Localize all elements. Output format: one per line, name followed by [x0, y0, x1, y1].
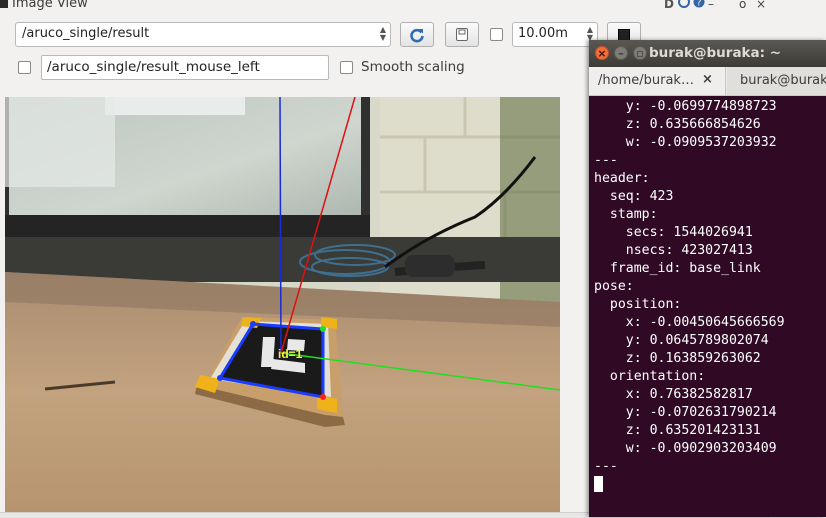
minimize-icon[interactable]: – [614, 46, 628, 60]
window-title: Image View [12, 0, 88, 11]
terminal-output[interactable]: y: -0.0699774898723 z: 0.635666854626 w:… [594, 98, 826, 517]
refresh-icon [410, 28, 424, 42]
updown-arrows-icon: ▲ ▼ [379, 25, 386, 42]
timeout-spinbox[interactable]: 10.00m ▲ ▼ [512, 22, 598, 47]
terminal-line: y: -0.0699774898723 [594, 99, 777, 114]
tab-close-icon[interactable]: × [702, 72, 713, 87]
maximize-icon[interactable]: ▫ [633, 46, 647, 60]
terminal-line: seq: 423 [594, 189, 674, 204]
window-icon [0, 0, 8, 8]
tab-label: /home/burak… [598, 73, 694, 88]
rqt-title-bar: Image View D ? – o × [0, 0, 770, 14]
terminal-line: --- [594, 459, 618, 474]
topic-combo-value: /aruco_single/result [22, 26, 150, 41]
terminal-line: position: [594, 297, 682, 312]
terminal-window: × – ▫ burak@buraka: ~ /home/burak… × bur… [589, 40, 826, 517]
minimize-button[interactable]: – [708, 0, 714, 11]
smooth-scaling-label: Smooth scaling [361, 59, 465, 75]
dock-icon[interactable]: D [664, 0, 674, 11]
save-icon [456, 28, 468, 41]
terminal-line: header: [594, 171, 650, 186]
terminal-title: burak@buraka: ~ [649, 45, 782, 61]
terminal-line: z: 0.635666854626 [594, 117, 761, 132]
tab-home[interactable]: /home/burak… × [589, 67, 726, 95]
terminal-line: y: 0.0645789802074 [594, 333, 769, 348]
topic-combo[interactable]: /aruco_single/result ▲ ▼ [15, 22, 391, 47]
terminal-line: x: -0.00450645666569 [594, 315, 785, 330]
terminal-line: z: 0.635201423131 [594, 423, 761, 438]
reload-icon[interactable] [678, 0, 690, 11]
terminal-line: x: 0.76382582817 [594, 387, 753, 402]
help-icon[interactable]: ? [693, 0, 705, 11]
tab-burak[interactable]: burak@burak [727, 67, 826, 95]
terminal-line: orientation: [594, 369, 706, 384]
terminal-line: --- [594, 153, 618, 168]
image-viewer[interactable]: id=1 [5, 97, 560, 512]
terminal-cursor [594, 476, 826, 495]
close-button[interactable]: × [756, 0, 766, 11]
terminal-line: stamp: [594, 207, 658, 222]
terminal-line: w: -0.0902903203409 [594, 441, 777, 456]
terminal-line: w: -0.0909537203932 [594, 135, 777, 150]
save-image-button[interactable] [445, 22, 479, 47]
terminal-line: y: -0.0702631790214 [594, 405, 777, 420]
marker-id-label: id=1 [278, 347, 303, 361]
publish-click-checkbox[interactable] [18, 61, 31, 74]
smooth-scaling-checkbox[interactable] [340, 61, 353, 74]
stop-icon [618, 28, 630, 41]
terminal-tab-bar: /home/burak… × burak@burak [589, 67, 826, 96]
svg-text:?: ? [697, 0, 702, 8]
float-button[interactable]: o [739, 0, 746, 11]
timeout-value: 10.00m [518, 26, 568, 41]
terminal-line: z: 0.163859263062 [594, 351, 761, 366]
tab-label: burak@burak [740, 73, 826, 88]
terminal-line: nsecs: 423027413 [594, 243, 753, 258]
terminal-line: frame_id: base_link [594, 261, 761, 276]
timeout-checkbox[interactable] [490, 28, 503, 41]
close-icon[interactable]: × [595, 46, 609, 60]
mouse-topic-field[interactable]: /aruco_single/result_mouse_left [41, 55, 329, 80]
terminal-line: pose: [594, 279, 634, 294]
terminal-title-bar: × – ▫ burak@buraka: ~ [589, 40, 826, 67]
camera-image: id=1 [5, 97, 560, 512]
refresh-topics-button[interactable] [400, 22, 434, 47]
terminal-line: secs: 1544026941 [594, 225, 753, 240]
